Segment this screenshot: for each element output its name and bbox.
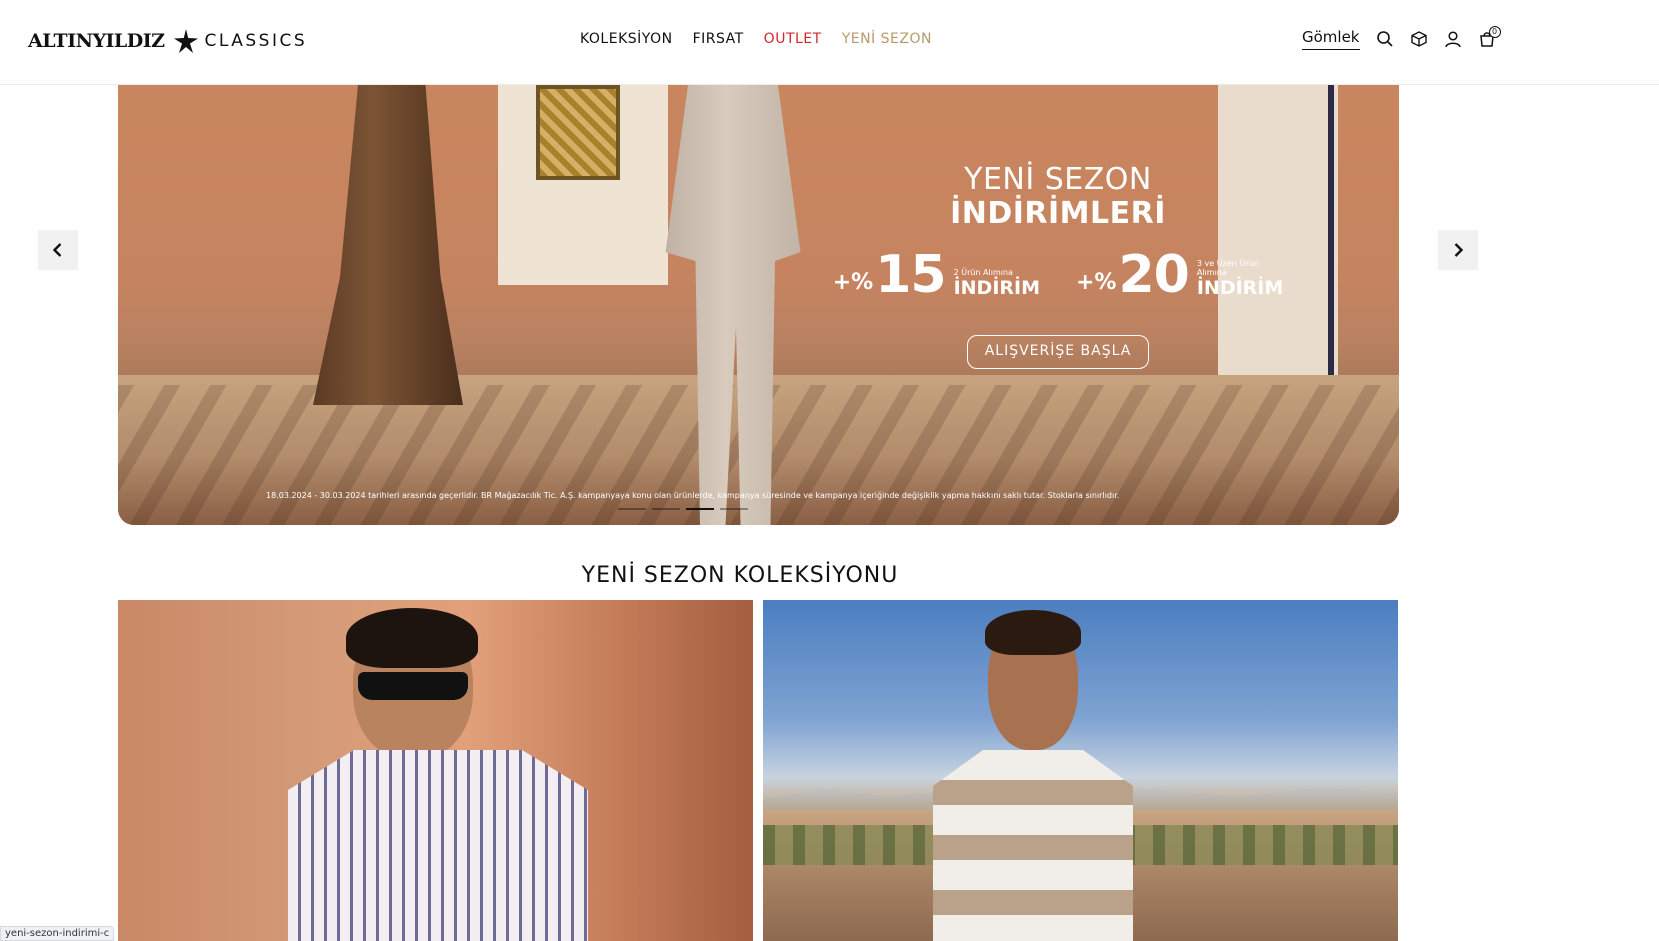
offer-label: İNDİRİM [953, 277, 1040, 299]
model-hair [346, 608, 478, 668]
collection-title: YENİ SEZON KOLEKSİYONU [581, 563, 899, 588]
offer-prefix: +% [1076, 270, 1117, 295]
collection-tile-polo[interactable] [763, 600, 1398, 941]
star-logo-icon [173, 29, 198, 53]
promo-title-line2: İNDİRİMLERİ [950, 196, 1166, 231]
model-sunglasses [358, 672, 468, 700]
main-nav: KOLEKSİYON FIRSAT OUTLET YENİ SEZON [580, 31, 932, 47]
slider-next-button[interactable] [1438, 230, 1478, 270]
offer-note: 2 Ürün Alımına [953, 268, 1013, 277]
user-icon[interactable] [1444, 30, 1462, 48]
offer-prefix: +% [832, 270, 874, 295]
slider-dot[interactable] [618, 508, 646, 510]
collection-tile-linen-shirt[interactable] [118, 600, 753, 941]
cart-icon[interactable]: 0 [1478, 26, 1501, 48]
offer-label: İNDİRİM [1196, 277, 1284, 299]
brand-logo[interactable]: ALTINYILDIZ CLASSICS [28, 26, 307, 56]
brand-sub: CLASSICS [204, 31, 308, 51]
offer-note: 3 ve Üzeri Ürün Alımına [1196, 259, 1260, 277]
nav-firsat[interactable]: FIRSAT [693, 31, 744, 47]
hero-photo-palm [313, 85, 463, 405]
model-hair [985, 610, 1081, 655]
chevron-right-icon [1454, 243, 1464, 257]
nav-koleksiyon[interactable]: KOLEKSİYON [580, 31, 673, 47]
brand-name: ALTINYILDIZ [28, 30, 165, 52]
promo-title-line1: YENİ SEZON [964, 162, 1152, 197]
hero-banner[interactable]: YENİ SEZON İNDİRİMLERİ +% 15 2 Ürün Alım… [118, 85, 1399, 525]
slider-dots [618, 508, 748, 510]
slider-dot[interactable] [652, 508, 680, 510]
nav-outlet[interactable]: OUTLET [764, 31, 822, 47]
slider-dot-active[interactable] [686, 508, 714, 510]
hero-promo: YENİ SEZON İNDİRİMLERİ +% 15 2 Ürün Alım… [833, 162, 1284, 369]
header-tools: Gömlek 0 [1302, 26, 1501, 50]
promo-offers: +% 15 2 Ürün Alımına İNDİRİM +% 20 3 ve … [833, 249, 1284, 301]
status-bar-url: yeni-sezon-indirimi-c [0, 926, 115, 941]
hero-disclaimer: 18.03.2024 - 30.03.2024 tarihleri arasın… [266, 491, 1120, 500]
cart-count-badge: 0 [1488, 26, 1501, 38]
search-icon[interactable] [1376, 30, 1394, 48]
search-input[interactable]: Gömlek [1302, 28, 1360, 50]
offer-side: 2 Ürün Alımına İNDİRİM [954, 268, 1040, 299]
model-polo-shirt [933, 750, 1133, 941]
slider-dot[interactable] [720, 508, 748, 510]
offer-15: +% 15 2 Ürün Alımına İNDİRİM [832, 245, 1040, 305]
chevron-left-icon [52, 243, 62, 257]
site-header: ALTINYILDIZ CLASSICS KOLEKSİYON FIRSAT O… [0, 0, 1659, 85]
box-icon[interactable] [1410, 30, 1428, 48]
offer-value: 20 [1118, 245, 1189, 305]
offer-value: 15 [875, 245, 946, 305]
nav-yeni-sezon[interactable]: YENİ SEZON [842, 31, 932, 47]
offer-20: +% 20 3 ve Üzeri Ürün Alımına İNDİRİM [1076, 245, 1283, 305]
model-striped-shirt [288, 750, 588, 941]
slider-prev-button[interactable] [38, 230, 78, 270]
offer-side: 3 ve Üzeri Ürün Alımına İNDİRİM [1197, 259, 1283, 299]
hero-photo-window [536, 85, 620, 180]
shop-now-button[interactable]: ALIŞVERİŞE BAŞLA [967, 335, 1149, 369]
